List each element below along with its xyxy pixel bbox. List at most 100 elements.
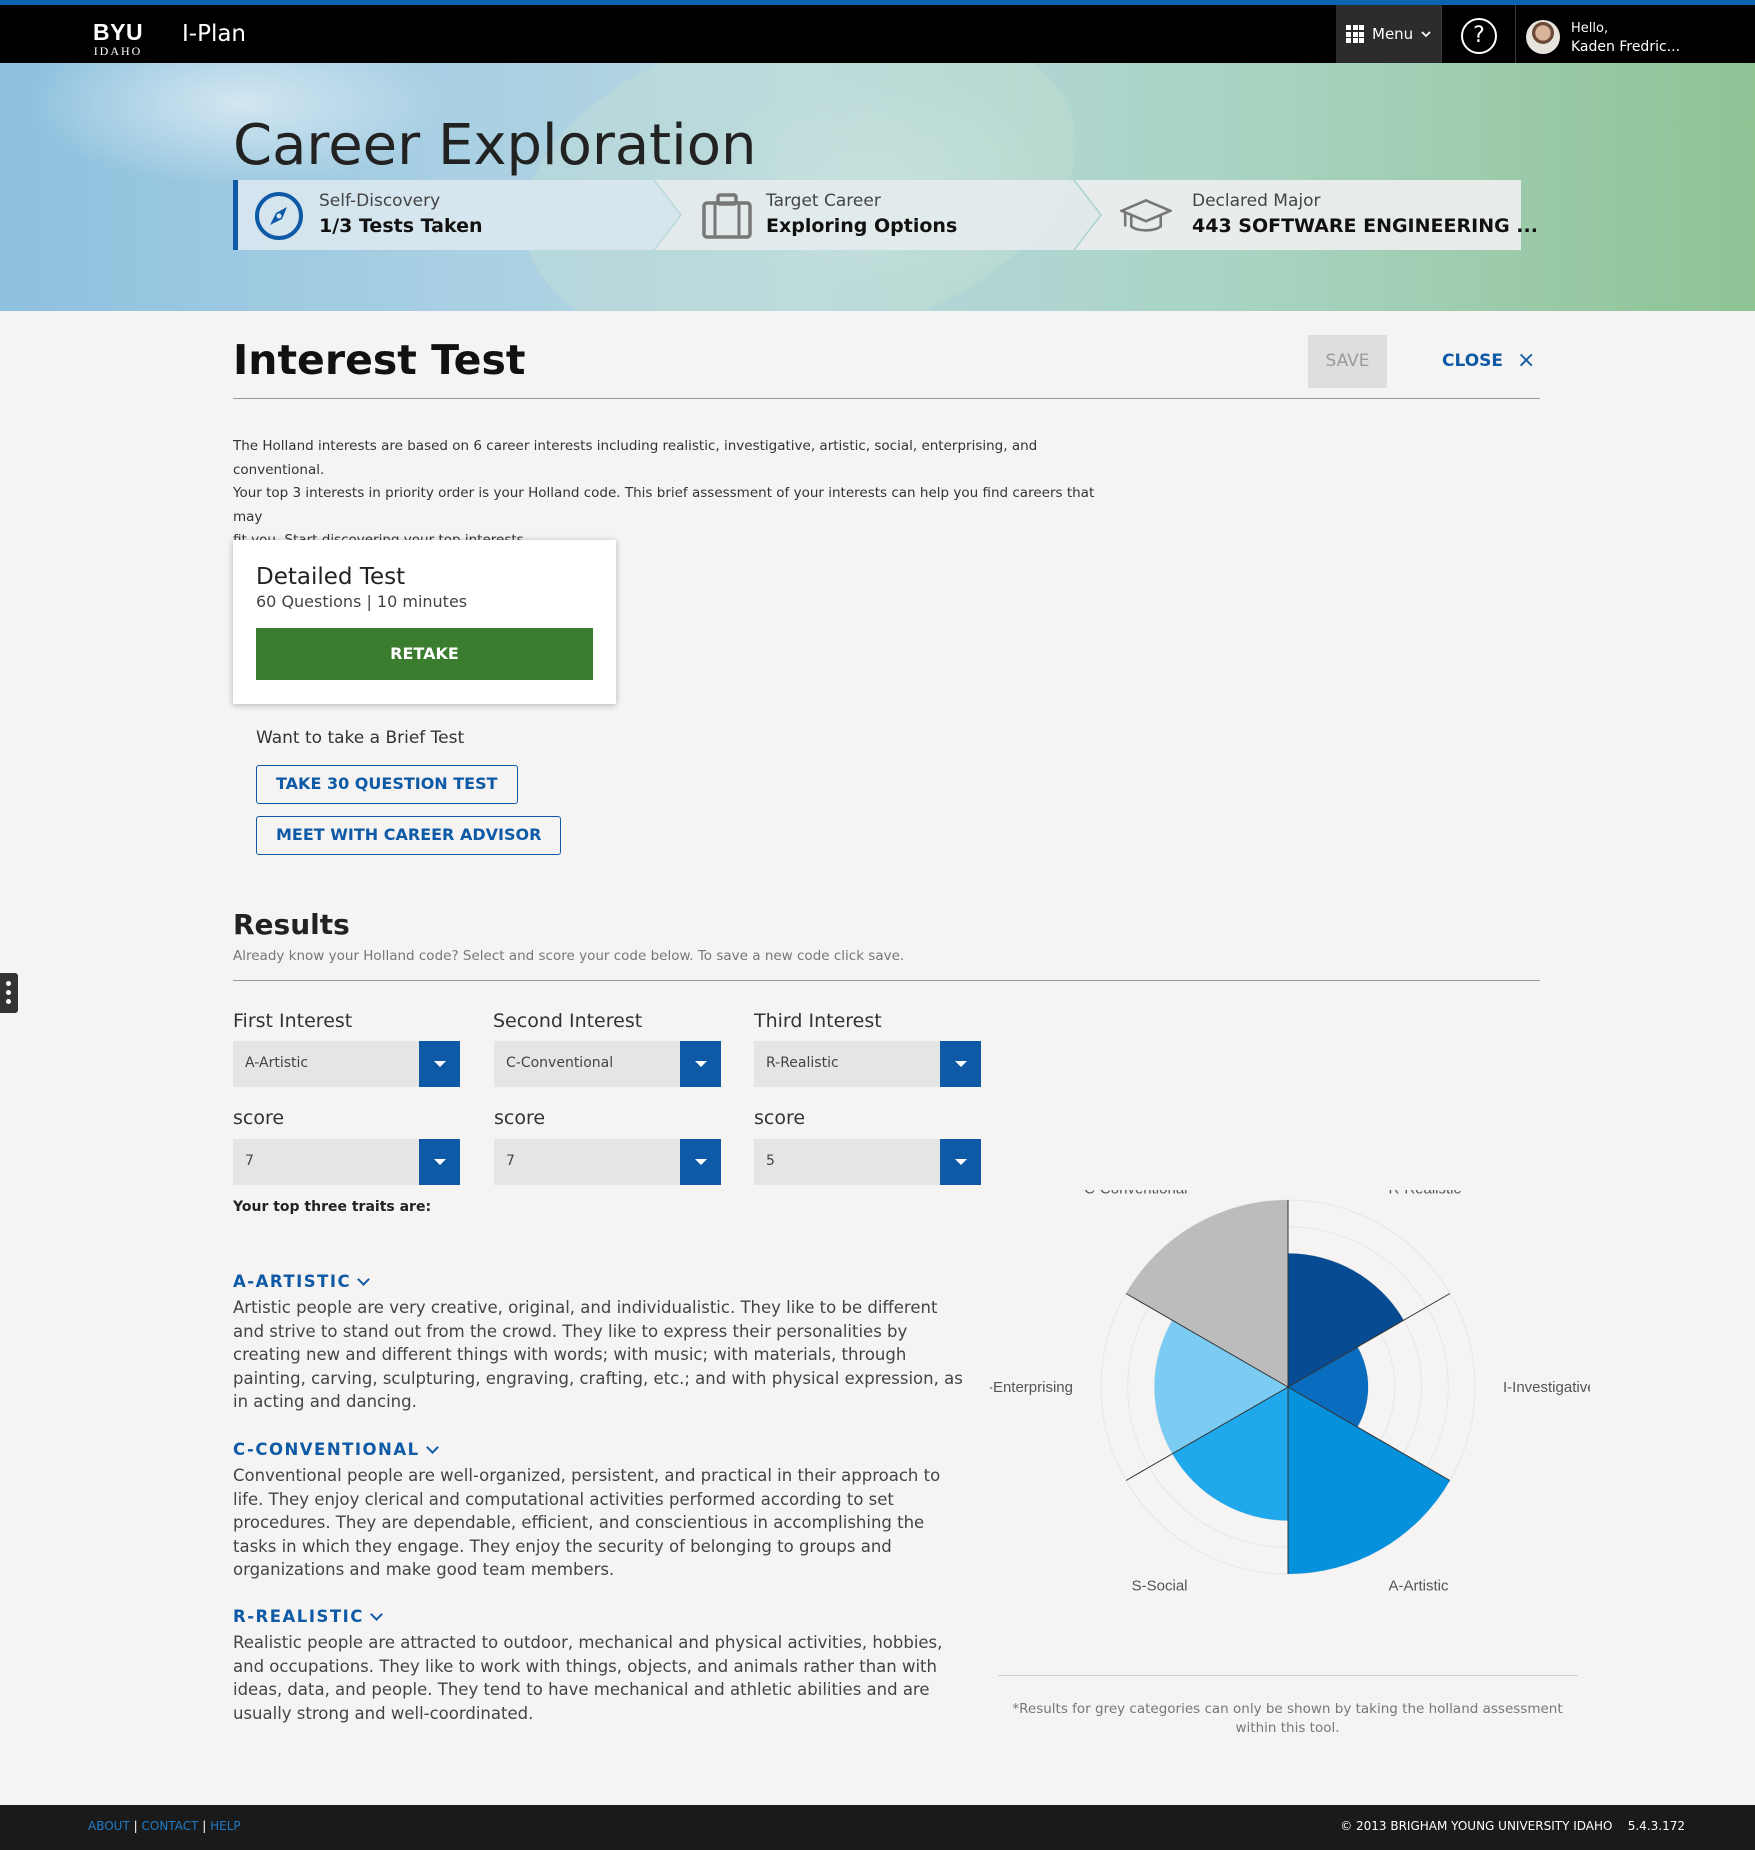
brief-test-label: Want to take a Brief Test — [256, 728, 465, 748]
greeting-text: Hello, — [1571, 21, 1609, 36]
nav-divider — [1441, 5, 1442, 63]
chevron-down-icon — [369, 1607, 383, 1621]
byu-idaho-logo[interactable]: BYU IDAHO — [93, 21, 143, 58]
step-declared-major[interactable]: Declared Major 443 SOFTWARE ENGINEERING … — [1075, 180, 1538, 250]
copyright-text: © 2013 BRIGHAM YOUNG UNIVERSITY IDAHO — [1340, 1819, 1613, 1833]
logo-idaho: IDAHO — [93, 44, 143, 58]
category-label: S-Social — [1132, 1577, 1188, 1594]
select-value: R-Realistic — [766, 1055, 839, 1071]
close-button[interactable]: CLOSE × — [1442, 350, 1535, 372]
step-label: Self-Discovery — [319, 191, 441, 211]
hero-banner: Career Exploration Self-Discovery 1/3 Te… — [0, 63, 1755, 311]
top-nav-bar: BYU IDAHO I-Plan Menu ? Hello, Kaden Fre… — [0, 0, 1755, 63]
section-title: Interest Test — [233, 336, 526, 384]
select-value: 5 — [766, 1153, 775, 1169]
traits-heading: Your top three traits are: — [233, 1199, 432, 1215]
graduation-cap-icon — [1120, 198, 1172, 232]
step-label: Declared Major — [1192, 191, 1321, 211]
dropdown-arrow-icon — [419, 1041, 460, 1087]
trait-toggle-conventional[interactable]: C-CONVENTIONAL — [233, 1440, 439, 1459]
third-score-select[interactable]: 5 — [754, 1139, 981, 1185]
second-interest-label: Second Interest — [493, 1010, 643, 1032]
step-value: 443 SOFTWARE ENGINEERING ... — [1192, 215, 1538, 237]
avatar[interactable] — [1526, 20, 1560, 54]
footer-link-contact[interactable]: CONTACT — [142, 1819, 199, 1833]
intro-line: The Holland interests are based on 6 car… — [233, 438, 1038, 478]
page-title: Career Exploration — [233, 113, 757, 178]
trait-name: A-ARTISTIC — [233, 1272, 352, 1291]
trait-toggle-artistic[interactable]: A-ARTISTIC — [233, 1272, 371, 1291]
version-number: 5.4.3.172 — [1627, 1819, 1685, 1833]
trait-description: Conventional people are well-organized, … — [233, 1466, 941, 1579]
chart-footnote: *Results for grey categories can only be… — [1012, 1701, 1563, 1736]
retake-button[interactable]: RETAKE — [256, 628, 593, 680]
app-title[interactable]: I-Plan — [182, 21, 246, 47]
divider — [233, 980, 1540, 981]
select-value: A-Artistic — [245, 1055, 309, 1071]
briefcase-icon — [702, 193, 752, 239]
detailed-test-card: Detailed Test 60 Questions | 10 minutes … — [233, 540, 616, 704]
compass-icon — [255, 192, 303, 240]
second-score-select[interactable]: 7 — [494, 1139, 721, 1185]
score-label: score — [754, 1107, 806, 1129]
step-target-career[interactable]: Target Career Exploring Options — [655, 180, 1100, 250]
second-interest-select[interactable]: C-Conventional — [494, 1041, 721, 1087]
footer-link-about[interactable]: ABOUT — [88, 1819, 130, 1833]
side-panel-handle[interactable] — [0, 973, 18, 1013]
take-30-question-test-button[interactable]: TAKE 30 QUESTION TEST — [256, 765, 518, 804]
category-label: E-Enterprising — [990, 1379, 1073, 1396]
close-icon: × — [1517, 348, 1536, 373]
category-label: A-Artistic — [1389, 1577, 1450, 1594]
trait-description: Realistic people are attracted to outdoo… — [233, 1633, 943, 1723]
dropdown-arrow-icon — [419, 1139, 460, 1185]
category-label: R-Realistic — [1389, 1190, 1462, 1198]
category-label: C-Conventional — [1084, 1190, 1187, 1198]
help-button[interactable]: ? — [1461, 18, 1497, 54]
chevron-down-icon — [1421, 31, 1431, 38]
dropdown-arrow-icon — [680, 1139, 721, 1185]
category-label: I-Investigative — [1503, 1379, 1590, 1396]
close-label: CLOSE — [1442, 351, 1504, 371]
intro-line: Your top 3 interests in priority order i… — [233, 485, 1095, 525]
dropdown-arrow-icon — [680, 1041, 721, 1087]
first-interest-select[interactable]: A-Artistic — [233, 1041, 460, 1087]
footer-links: ABOUT | CONTACT | HELP — [88, 1819, 241, 1833]
trait-description: Artistic people are very creative, origi… — [233, 1298, 963, 1411]
footer-separator: | — [202, 1819, 207, 1833]
copyright: © 2013 BRIGHAM YOUNG UNIVERSITY IDAHO 5.… — [1340, 1819, 1685, 1833]
score-label: score — [233, 1107, 285, 1129]
intro-text: The Holland interests are based on 6 car… — [233, 435, 1103, 553]
results-subtitle: Already know your Holland code? Select a… — [233, 948, 905, 964]
meet-career-advisor-button[interactable]: MEET WITH CAREER ADVISOR — [256, 816, 562, 855]
wedge-a-artistic[interactable] — [1288, 1387, 1450, 1574]
step-value: 1/3 Tests Taken — [319, 215, 483, 237]
divider — [998, 1675, 1578, 1676]
user-greeting[interactable]: Hello, Kaden Fredric... — [1571, 20, 1680, 56]
trait-toggle-realistic[interactable]: R-REALISTIC — [233, 1607, 383, 1626]
progress-steps: Self-Discovery 1/3 Tests Taken Target Ca… — [233, 180, 1538, 250]
footer-link-help[interactable]: HELP — [210, 1819, 241, 1833]
save-button[interactable]: SAVE — [1308, 335, 1387, 388]
select-value: 7 — [506, 1153, 515, 1169]
score-label: score — [494, 1107, 546, 1129]
question-count: 60 Questions — [256, 592, 362, 611]
third-interest-select[interactable]: R-Realistic — [754, 1041, 981, 1087]
chevron-down-icon — [357, 1272, 371, 1286]
step-self-discovery[interactable]: Self-Discovery 1/3 Tests Taken — [233, 180, 680, 250]
dropdown-arrow-icon — [940, 1041, 981, 1087]
user-name: Kaden Fredric... — [1571, 39, 1681, 55]
results-title: Results — [233, 908, 350, 941]
divider — [233, 398, 1540, 399]
dropdown-arrow-icon — [940, 1139, 981, 1185]
footer: ABOUT | CONTACT | HELP © 2013 BRIGHAM YO… — [0, 1805, 1755, 1850]
card-meta: 60 Questions | 10 minutes — [256, 592, 467, 611]
third-interest-label: Third Interest — [754, 1010, 882, 1032]
first-interest-label: First Interest — [233, 1010, 353, 1032]
footer-separator: | — [133, 1819, 138, 1833]
trait-name: R-REALISTIC — [233, 1607, 364, 1626]
holland-polar-chart: R-Realistic I-Investigative A-Artistic S-So… — [990, 1190, 1590, 1594]
menu-button[interactable]: Menu — [1336, 5, 1441, 63]
nav-divider — [1515, 5, 1516, 63]
chevron-down-icon — [425, 1440, 439, 1454]
first-score-select[interactable]: 7 — [233, 1139, 460, 1185]
